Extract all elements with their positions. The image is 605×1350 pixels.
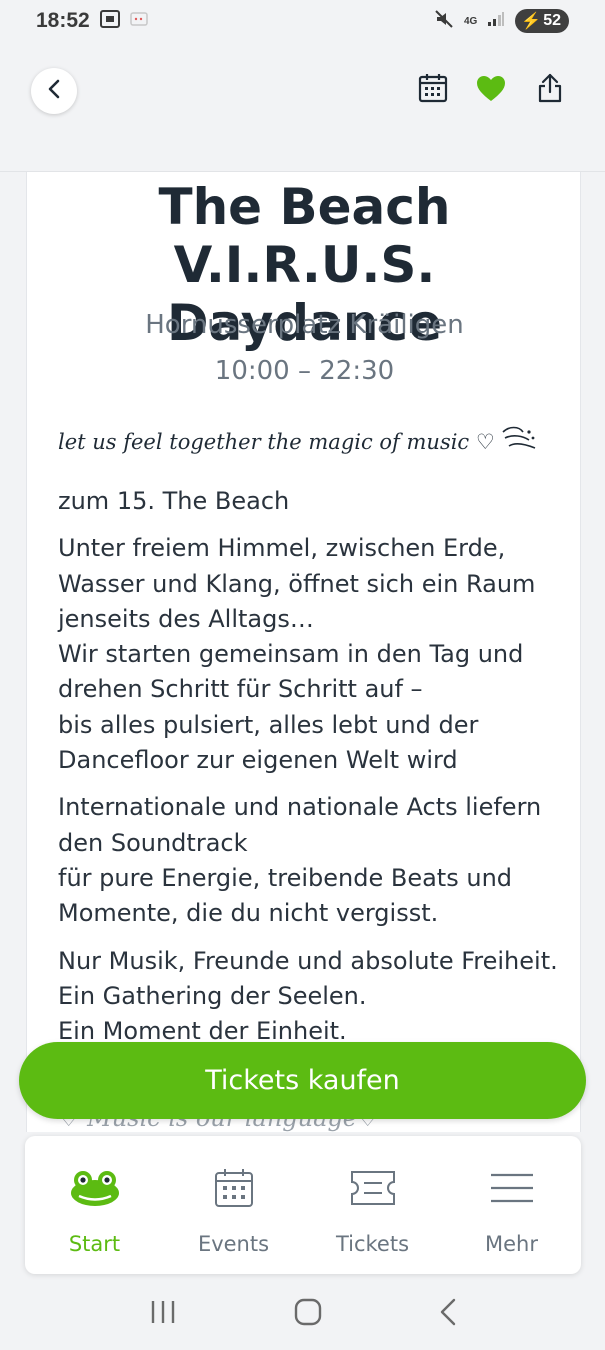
heart-icon <box>476 75 506 106</box>
recents-icon[interactable] <box>149 1299 177 1329</box>
network-type: 4G <box>463 15 478 27</box>
system-navigation-bar <box>0 1278 605 1350</box>
share-button[interactable] <box>534 72 566 108</box>
description-paragraph: Unter freiem Himmel, zwischen Erde, Wass… <box>58 534 536 775</box>
notification-icon <box>129 11 148 31</box>
ticket-icon <box>343 1166 403 1210</box>
back-button[interactable] <box>31 68 77 114</box>
signal-icon <box>487 11 505 32</box>
event-detail-card: The Beach V.I.R.U.S. Daydance Hornusserp… <box>26 172 581 1132</box>
screenshot-icon <box>99 9 120 33</box>
event-tagline: let us feel together the magic of music … <box>58 424 558 459</box>
mute-icon <box>434 9 454 34</box>
status-bar: 18:52 4G ⚡ 52 <box>0 0 605 42</box>
status-time: 18:52 <box>36 9 90 32</box>
app-header <box>0 42 605 172</box>
favorite-button[interactable] <box>475 72 507 108</box>
bottom-navigation: Start Events Tickets Mehr <box>25 1136 581 1274</box>
nav-label-events: Events <box>197 1232 270 1256</box>
calendar-icon <box>418 73 448 107</box>
description-paragraph: zum 15. The Beach <box>58 487 290 515</box>
buy-tickets-button[interactable]: Tickets kaufen <box>19 1042 586 1119</box>
nav-item-start[interactable]: Start <box>25 1136 164 1274</box>
home-icon[interactable] <box>294 1298 322 1330</box>
nav-item-mehr[interactable]: Mehr <box>442 1136 581 1274</box>
calendar-icon <box>204 1166 264 1210</box>
nav-label-mehr: Mehr <box>485 1232 538 1256</box>
back-icon[interactable] <box>439 1298 457 1330</box>
description-paragraph: Internationale und nationale Acts liefer… <box>58 793 542 928</box>
add-to-calendar-button[interactable] <box>417 72 449 108</box>
frog-icon <box>65 1166 125 1210</box>
event-venue[interactable]: Hornusserplatz Kräiligen <box>27 310 580 340</box>
charging-icon: ⚡ <box>521 13 542 30</box>
swirl-ornament-icon <box>499 424 539 459</box>
description-paragraph: Nur Musik, Freunde und absolute Freiheit… <box>58 946 558 1046</box>
chevron-left-icon <box>47 79 61 103</box>
battery-level: 52 <box>543 12 561 29</box>
nav-label-tickets: Tickets <box>335 1232 410 1256</box>
nav-item-events[interactable]: Events <box>164 1136 303 1274</box>
event-title-line1: The Beach V.I.R.U.S. <box>158 178 451 294</box>
buy-tickets-label: Tickets kaufen <box>205 1065 400 1096</box>
menu-icon <box>482 1166 542 1210</box>
nav-item-tickets[interactable]: Tickets <box>303 1136 442 1274</box>
event-time: 10:00 – 22:30 <box>214 356 395 386</box>
nav-label-start: Start <box>68 1232 121 1256</box>
event-description: zum 15. The Beach Unter freiem Himmel, z… <box>58 484 558 1061</box>
battery-indicator: ⚡ 52 <box>515 9 569 33</box>
share-icon <box>537 73 563 107</box>
tagline-text: let us feel together the magic of music … <box>58 429 495 454</box>
